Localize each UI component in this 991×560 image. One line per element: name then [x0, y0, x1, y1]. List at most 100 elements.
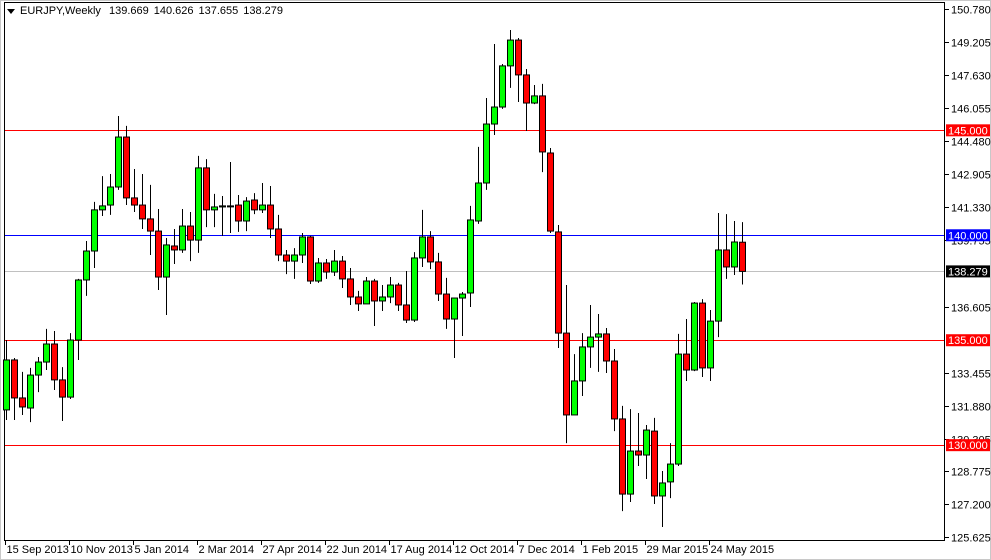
time-axis: 15 Sep 2013 10 Nov 2013 5 Jan 2014 2 Mar 20…	[5, 541, 774, 556]
candle-body	[467, 219, 474, 294]
candle-body	[187, 225, 194, 241]
candle-body	[667, 463, 674, 483]
price-tick-label: 146.055	[951, 104, 991, 116]
level-price-label: 135.000	[948, 335, 988, 347]
candle-body	[691, 302, 698, 371]
candle-body	[347, 278, 354, 298]
candle-body	[323, 262, 330, 273]
bear-candle	[547, 147, 554, 233]
bear-candle	[699, 299, 706, 377]
candle-body	[275, 228, 282, 256]
candle-body	[235, 204, 242, 222]
candle-body	[115, 136, 122, 188]
date-tick-label: 5 Jan 2014	[135, 544, 189, 556]
candle-body	[723, 249, 730, 268]
candle-body	[475, 182, 482, 222]
candle-body	[507, 39, 514, 67]
candle-body	[371, 280, 378, 302]
candle-body	[203, 167, 210, 211]
candle-body	[683, 353, 690, 371]
candle-body	[403, 304, 410, 321]
candle-body	[731, 241, 738, 268]
ohlc-high: 140.626	[153, 5, 194, 17]
candle-body	[427, 236, 434, 263]
candle-body	[387, 284, 394, 298]
candle-body	[219, 205, 226, 208]
candle-body	[451, 297, 458, 320]
candle-body	[195, 167, 202, 241]
candle-body	[499, 65, 506, 108]
candle-body	[35, 361, 42, 376]
candle-body	[379, 296, 386, 302]
level-price-label: 130.000	[948, 440, 988, 452]
symbol-timeframe: EURJPY,Weekly	[20, 5, 101, 17]
candle-body	[579, 346, 586, 382]
candle-body	[211, 206, 218, 211]
date-tick-label: 15 Sep 2013	[7, 544, 69, 556]
candle-body	[243, 200, 250, 222]
candle-body	[75, 279, 82, 341]
candlestick-chart[interactable]: 150.780 149.205 147.630 146.055 144.480 142.9…	[0, 0, 991, 560]
candle-body	[699, 302, 706, 369]
ohlc-open: 139.669	[108, 5, 149, 17]
candle-body	[571, 380, 578, 416]
candle-body	[555, 231, 562, 334]
price-tick-label: 141.330	[951, 203, 991, 215]
candle-body	[147, 218, 154, 232]
bear-candle	[651, 417, 658, 504]
price-tick-label: 131.880	[951, 402, 991, 414]
date-tick-label: 7 Dec 2014	[519, 544, 575, 556]
candle-body	[131, 197, 138, 206]
level-price-label: 140.000	[948, 230, 988, 242]
bull-candle	[363, 277, 370, 305]
candle-body	[515, 39, 522, 76]
price-tick-label: 133.455	[951, 369, 991, 381]
candle-body	[51, 343, 58, 381]
candle-body	[123, 136, 130, 199]
candle-body	[635, 450, 642, 456]
candle-body	[603, 333, 610, 362]
candle-body	[43, 343, 50, 363]
candle-body	[355, 296, 362, 305]
candle-body	[587, 336, 594, 348]
date-tick-label: 27 Apr 2014	[263, 544, 322, 556]
date-tick-label: 22 Jun 2014	[327, 544, 388, 556]
candle-body	[395, 284, 402, 306]
price-tick-label: 150.780	[951, 5, 991, 17]
candle-body	[27, 374, 34, 409]
bull-candle	[411, 252, 418, 322]
bear-candle	[123, 125, 130, 206]
bull-candle	[675, 333, 682, 466]
candle-body	[227, 205, 234, 208]
candle-body	[531, 95, 538, 104]
candle-body	[563, 332, 570, 416]
bear-candle	[307, 235, 314, 284]
candle-body	[251, 199, 258, 211]
price-tick-label: 142.905	[951, 170, 991, 182]
dropdown-triangle-icon[interactable]	[7, 8, 15, 14]
bull-candle	[67, 333, 74, 399]
bull-candle	[195, 155, 202, 253]
bull-candle	[691, 302, 698, 372]
candle-body	[99, 205, 106, 211]
candle-body	[179, 225, 186, 251]
date-tick-label: 10 Nov 2013	[71, 544, 133, 556]
level-price-label: 145.000	[948, 125, 988, 137]
bear-candle	[555, 224, 562, 348]
candle-body	[19, 397, 26, 408]
candle-body	[483, 123, 490, 184]
candle-body	[307, 236, 314, 282]
candle-body	[547, 152, 554, 232]
candle-body	[139, 204, 146, 220]
date-tick-label: 29 Mar 2015	[647, 544, 709, 556]
candle-body	[643, 429, 650, 456]
candle-body	[707, 320, 714, 369]
candle-body	[11, 359, 18, 399]
candle-body	[3, 359, 10, 411]
candle-body	[59, 379, 66, 398]
ohlc-low: 137.655	[198, 5, 239, 17]
candle-body	[83, 250, 90, 281]
price-tick-label: 128.775	[951, 467, 991, 479]
candle-body	[339, 260, 346, 280]
candle-body	[259, 204, 266, 211]
